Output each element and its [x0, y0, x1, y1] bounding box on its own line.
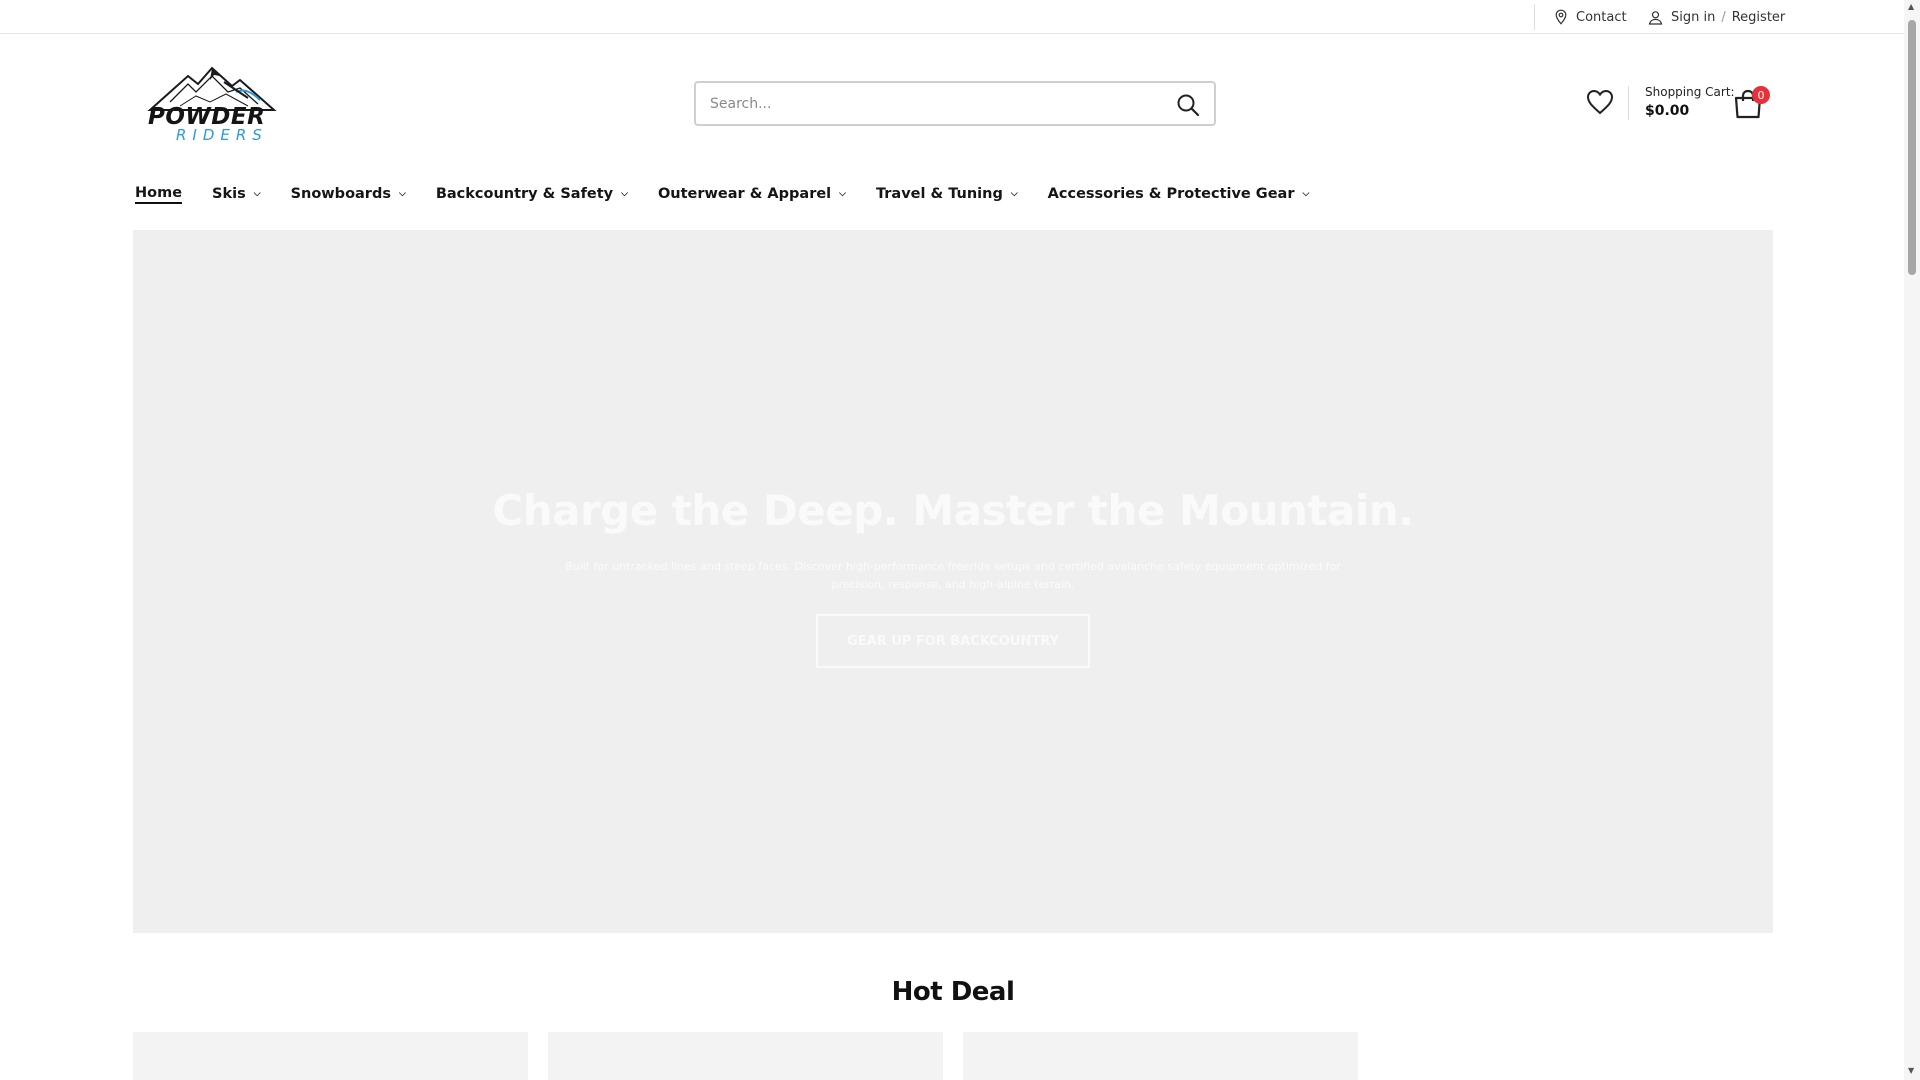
hero-subtitle: Built for untracked lines and steep face…	[565, 560, 1341, 591]
search-input[interactable]	[710, 88, 1150, 119]
hero-banner: Charge the Deep. Master the Mountain. Bu…	[133, 230, 1773, 933]
user-icon	[1648, 10, 1663, 25]
nav-item-outerwear-apparel[interactable]: Outerwear & Apparel ⌵	[658, 186, 846, 202]
contact-label: Contact	[1576, 9, 1627, 25]
hot-deal-heading: Hot Deal	[891, 977, 1015, 1007]
topbar-divider	[1534, 4, 1535, 30]
nav-item-label: Backcountry & Safety	[435, 186, 614, 202]
cart-count-badge: 0	[1752, 86, 1770, 104]
chevron-down-icon: ⌵	[398, 189, 406, 199]
nav-item-label: Accessories & Protective Gear	[1047, 186, 1295, 202]
chevron-down-icon: ⌵	[253, 189, 261, 199]
nav-item-accessories-protective-gear[interactable]: Accessories & Protective Gear ⌵	[1048, 186, 1310, 202]
chevron-down-icon: ⌵	[1302, 189, 1310, 199]
chevron-down-icon: ⌵	[1010, 189, 1018, 199]
chevron-down-icon: ⌵	[621, 189, 628, 199]
chevron-down-icon: ⌵	[839, 189, 846, 199]
sign-in-link[interactable]: Sign in	[1671, 10, 1715, 25]
cart-label: Shopping Cart:	[1645, 85, 1735, 99]
nav-item-label: Home	[135, 184, 183, 201]
nav-item-skis[interactable]: Skis ⌵	[212, 186, 261, 202]
header-divider	[1628, 86, 1629, 120]
main-navigation: Home Skis ⌵ Snowboards ⌵ Backcountry & S…	[135, 181, 1339, 207]
logo-text-riders: RIDERS	[176, 126, 268, 144]
nav-item-label: Snowboards	[290, 186, 391, 202]
nav-item-label: Outerwear & Apparel	[657, 186, 832, 202]
location-pin-icon	[1555, 9, 1567, 25]
register-link[interactable]: Register	[1732, 10, 1786, 25]
scroll-up-arrow-icon[interactable]: ▲	[1908, 2, 1914, 11]
nav-item-snowboards[interactable]: Snowboards ⌵	[291, 186, 406, 202]
nav-item-label: Skis	[212, 186, 246, 202]
top-utility-bar: Contact Sign in / Register	[0, 0, 1904, 34]
search-bar	[694, 81, 1216, 126]
scrollbar-thumb[interactable]	[1908, 20, 1916, 275]
account-separator: /	[1721, 9, 1726, 25]
nav-item-travel-tuning[interactable]: Travel & Tuning ⌵	[876, 186, 1018, 202]
contact-link[interactable]: Contact	[1554, 0, 1627, 34]
hero-title: Charge the Deep. Master the Mountain.	[492, 486, 1414, 535]
page-scrollbar[interactable]: ▲ ▼	[1904, 0, 1920, 1080]
product-card[interactable]	[548, 1032, 943, 1080]
nav-item-backcountry-safety[interactable]: Backcountry & Safety ⌵	[436, 186, 628, 202]
wishlist-heart-icon[interactable]	[1586, 89, 1614, 115]
nav-item-home[interactable]: Home	[135, 184, 183, 204]
account-links: Sign in / Register	[1648, 0, 1785, 34]
site-logo[interactable]: POWDER RIDERS	[140, 62, 286, 146]
gear-up-button[interactable]: GEAR UP FOR BACKCOUNTRY	[816, 614, 1090, 668]
search-icon[interactable]	[1176, 93, 1200, 117]
product-card[interactable]	[133, 1032, 528, 1080]
cart-total: $0.00	[1645, 103, 1690, 119]
gear-up-button-label: GEAR UP FOR BACKCOUNTRY	[847, 633, 1059, 649]
nav-item-label: Travel & Tuning	[875, 186, 1003, 202]
scroll-down-arrow-icon[interactable]: ▼	[1908, 1066, 1914, 1075]
product-card[interactable]	[963, 1032, 1358, 1080]
